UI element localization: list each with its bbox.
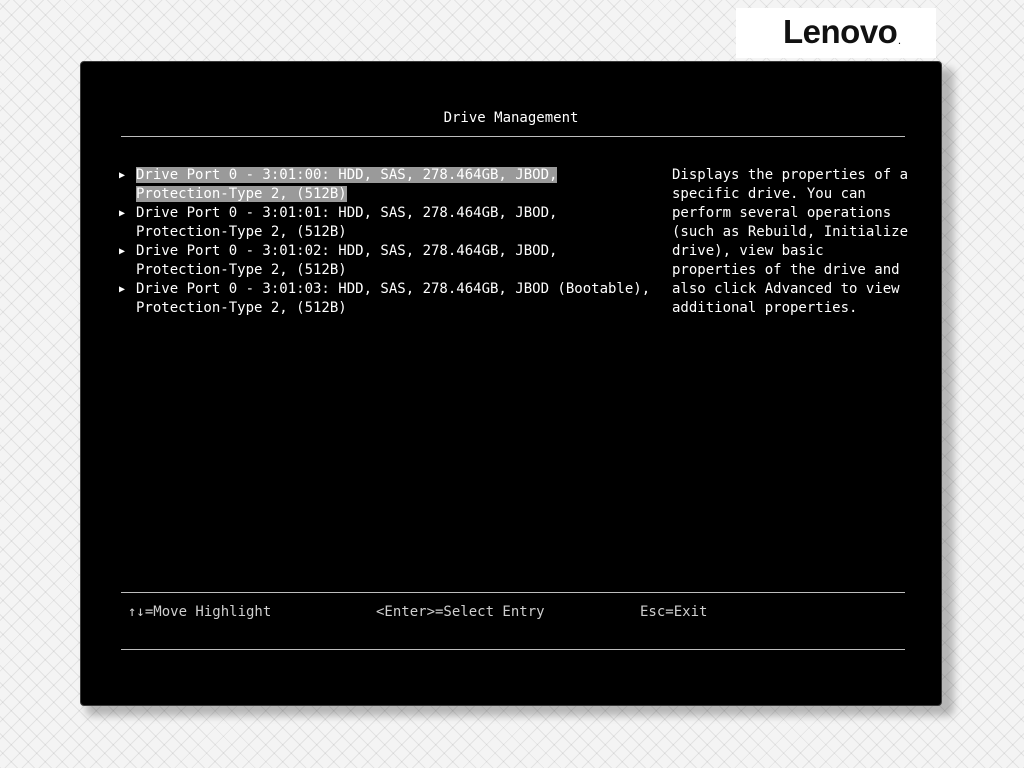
drive-item-line1: Drive Port 0 - 3:01:00: HDD, SAS, 278.46… bbox=[136, 167, 558, 183]
select-entry-hint: <Enter>=Select Entry bbox=[376, 604, 545, 620]
help-panel: Displays the properties of a specific dr… bbox=[672, 166, 912, 318]
footer-divider-top bbox=[121, 592, 905, 593]
arrow-right-icon: ▶ bbox=[119, 246, 126, 257]
exit-hint: Esc=Exit bbox=[640, 604, 708, 620]
setup-window: Drive Management ▶ Drive Port 0 - 3:01:0… bbox=[80, 61, 942, 706]
drive-item-line2: Protection-Type 2, (512B) bbox=[136, 186, 347, 202]
move-highlight-hint: ↑↓=Move Highlight bbox=[128, 604, 272, 620]
help-line: specific drive. You can bbox=[672, 186, 866, 202]
footer-divider-bottom bbox=[121, 649, 905, 650]
drive-item-3-01-01[interactable]: ▶ Drive Port 0 - 3:01:01: HDD, SAS, 278.… bbox=[119, 204, 659, 242]
help-line: drive), view basic bbox=[672, 243, 824, 259]
drive-item-3-01-03[interactable]: ▶ Drive Port 0 - 3:01:03: HDD, SAS, 278.… bbox=[119, 280, 659, 318]
drive-item-line1: Drive Port 0 - 3:01:02: HDD, SAS, 278.46… bbox=[136, 243, 558, 259]
drive-item-line2: Protection-Type 2, (512B) bbox=[136, 262, 347, 278]
arrow-right-icon: ▶ bbox=[119, 284, 126, 295]
help-line: additional properties. bbox=[672, 300, 858, 316]
lenovo-logo: Lenovo. bbox=[783, 13, 901, 50]
arrow-right-icon: ▶ bbox=[119, 208, 126, 219]
page-title: Drive Management bbox=[443, 110, 579, 126]
drive-list: ▶ Drive Port 0 - 3:01:00: HDD, SAS, 278.… bbox=[119, 166, 659, 318]
drive-item-3-01-00[interactable]: ▶ Drive Port 0 - 3:01:00: HDD, SAS, 278.… bbox=[119, 166, 659, 204]
help-line: properties of the drive and bbox=[672, 262, 900, 278]
drive-item-line1: Drive Port 0 - 3:01:03: HDD, SAS, 278.46… bbox=[136, 281, 651, 297]
help-line: perform several operations bbox=[672, 205, 892, 221]
help-line: Displays the properties of a bbox=[672, 167, 909, 183]
drive-item-line2: Protection-Type 2, (512B) bbox=[136, 300, 347, 316]
drive-item-line1: Drive Port 0 - 3:01:01: HDD, SAS, 278.46… bbox=[136, 205, 558, 221]
help-line: also click Advanced to view bbox=[672, 281, 900, 297]
drive-item-3-01-02[interactable]: ▶ Drive Port 0 - 3:01:02: HDD, SAS, 278.… bbox=[119, 242, 659, 280]
drive-item-line2: Protection-Type 2, (512B) bbox=[136, 224, 347, 240]
help-line: (such as Rebuild, Initialize bbox=[672, 224, 909, 240]
arrow-right-icon: ▶ bbox=[119, 170, 126, 181]
title-divider bbox=[121, 136, 905, 137]
